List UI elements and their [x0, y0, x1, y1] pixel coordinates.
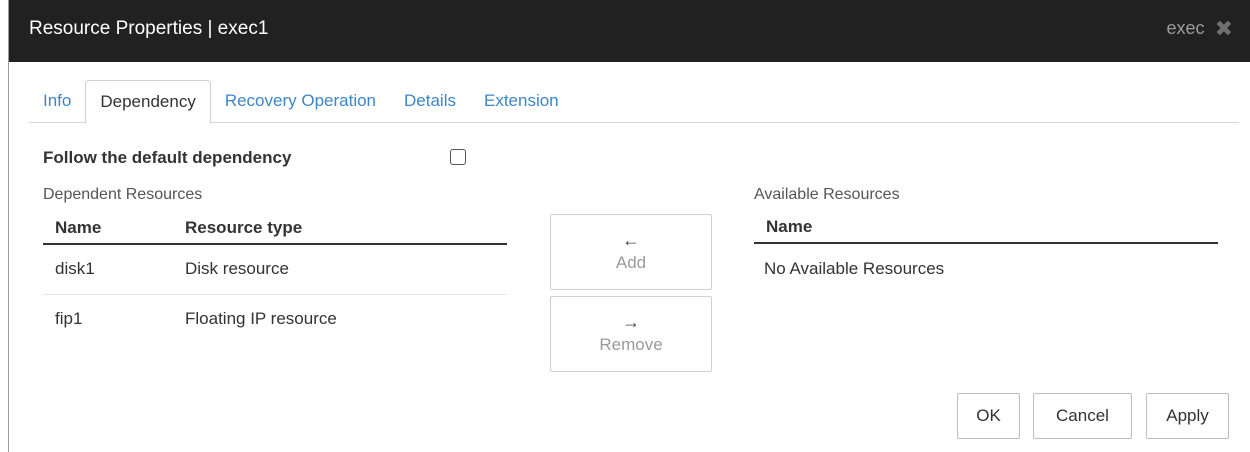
table-row[interactable]: fip1 Floating IP resource [43, 294, 507, 344]
resource-properties-dialog: Resource Properties | exec1 exec ✖ Info … [8, 0, 1250, 452]
dialog-titlebar: Resource Properties | exec1 exec ✖ [9, 0, 1250, 62]
arrow-right-icon: → [622, 312, 640, 332]
column-header-name: Name [754, 212, 1218, 244]
dialog-title: Resource Properties | exec1 [29, 18, 269, 39]
close-icon[interactable]: ✖ [1215, 17, 1233, 39]
row-name: fip1 [55, 309, 83, 329]
add-button[interactable]: ← Add [550, 214, 712, 290]
remove-button-label: Remove [599, 335, 663, 354]
resource-type-label: exec [1166, 18, 1205, 38]
apply-button[interactable]: Apply [1146, 393, 1229, 439]
column-header-resource-type: Resource type [173, 212, 507, 245]
row-resource-type: Floating IP resource [185, 309, 337, 329]
row-name: disk1 [43, 244, 173, 295]
table-row[interactable]: disk1 Disk resource [43, 244, 507, 295]
dependent-resources-table: Name Resource type disk1 Disk resource f… [43, 212, 507, 344]
follow-default-checkbox[interactable] [450, 149, 466, 165]
available-resources-table: Name No Available Resources [754, 212, 1218, 294]
tab-details[interactable]: Details [390, 80, 470, 123]
tab-recovery-operation[interactable]: Recovery Operation [211, 80, 390, 123]
arrow-left-icon: ← [622, 230, 640, 250]
cancel-button[interactable]: Cancel [1033, 393, 1132, 439]
tab-extension[interactable]: Extension [470, 80, 573, 123]
titlebar-right: exec ✖ [1166, 17, 1233, 39]
dependent-resources-heading: Dependent Resources [43, 186, 203, 203]
column-header-name: Name [43, 212, 173, 245]
add-button-label: Add [615, 253, 647, 272]
available-resources-heading: Available Resources [754, 186, 900, 203]
tab-info[interactable]: Info [29, 80, 85, 123]
tab-bar: Info Dependency Recovery Operation Detai… [29, 80, 573, 124]
empty-message: No Available Resources [764, 259, 945, 278]
tab-dependency[interactable]: Dependency [85, 80, 211, 124]
table-header-row: Name Resource type [43, 212, 507, 245]
ok-button[interactable]: OK [957, 393, 1020, 439]
remove-button[interactable]: → Remove [550, 296, 712, 372]
follow-default-label: Follow the default dependency [43, 148, 292, 167]
row-resource-type: Disk resource [173, 244, 507, 295]
